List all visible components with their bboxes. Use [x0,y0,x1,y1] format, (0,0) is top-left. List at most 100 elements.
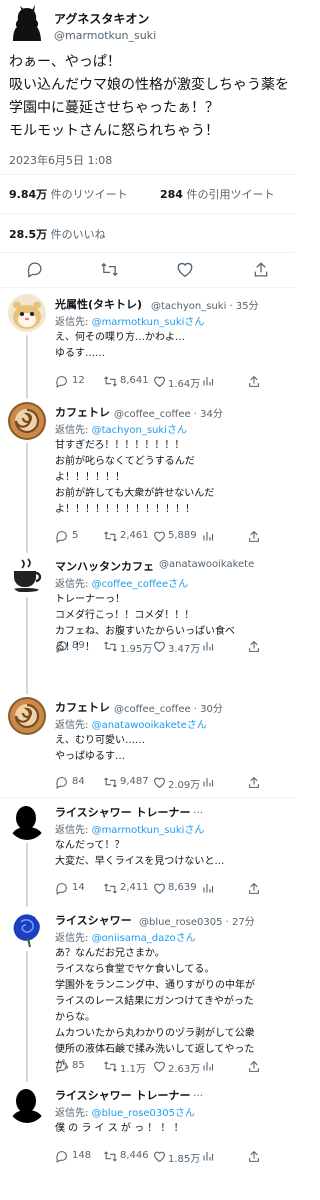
tweet-text-line: 学園中に蔓延させちゃったぁ！？ [9,100,219,116]
like-icon[interactable] [153,530,166,543]
like-count: 2.09万 [168,780,201,791]
like-count: 1.64万 [168,379,201,390]
replying-to-link[interactable]: @marmotkun_sukiさん [92,825,205,836]
replying-to-link[interactable]: @blue_rose0305さん [92,1108,195,1119]
like-icon[interactable] [153,1150,166,1163]
reply-icon[interactable] [55,1060,68,1073]
retweet-icon[interactable] [103,530,118,543]
share-icon[interactable] [248,640,260,653]
reply-author-handle[interactable]: @coffee_coffee · 30分 [114,700,223,715]
retweet-icon[interactable] [103,882,118,895]
reply-avatar[interactable] [8,294,46,332]
thread-line [26,951,28,1082]
replying-to-link[interactable]: @tachyon_sukiさん [92,425,187,436]
reply-author-name[interactable]: マンハッタンカフェ [55,558,154,574]
likes-count: 28.5万 [9,228,48,241]
views-icon[interactable] [202,375,214,387]
reply-author-name[interactable]: ライスシャワー トレーナー [55,1087,191,1103]
retweet-icon[interactable] [100,261,119,278]
share-icon[interactable] [248,1150,260,1163]
reply-avatar[interactable] [8,697,46,735]
share-icon[interactable] [253,261,269,278]
tweet-timestamp[interactable]: 2023年6月5日 1:08 [9,152,112,168]
retweet-icon[interactable] [103,1060,118,1073]
views-icon[interactable] [202,1060,214,1072]
like-icon[interactable] [153,375,166,388]
tweet-text-line: 吸い込んだウマ娘の性格が激変しちゃう薬を [9,77,289,93]
silhouette-icon [13,5,41,41]
reply-author-handle[interactable]: @coffee_coffee · 34分 [114,405,223,420]
reply-author-name[interactable]: ライスシャワー トレーナー [55,804,191,820]
share-icon[interactable] [248,530,260,543]
share-icon[interactable] [248,776,260,789]
retweet-count: 8,641 [120,375,149,386]
views-icon[interactable] [202,776,214,788]
like-count: 1.85万 [168,1154,201,1165]
reply-avatar[interactable] [8,910,46,948]
views-icon[interactable] [202,1150,214,1162]
retweets-stat[interactable]: 9.84万 件のリツイート [9,186,128,202]
replying-to-link[interactable]: @oniisama_dazoさん [92,933,196,944]
retweet-icon[interactable] [103,776,118,789]
views-icon[interactable] [202,640,214,652]
reply-author-handle[interactable]: … [193,1088,203,1099]
views-icon[interactable] [202,530,214,542]
retweet-icon[interactable] [103,1150,118,1163]
reply-icon[interactable] [55,530,68,543]
reply-avatar[interactable] [8,802,46,840]
like-icon[interactable] [153,1060,166,1073]
reply-icon[interactable] [55,1150,68,1163]
reply-icon[interactable] [55,776,68,789]
like-count: 3.47万 [168,644,201,655]
reply-icon[interactable] [55,375,68,388]
reply-author-name[interactable]: カフェトレ [55,404,110,420]
reply-author-name[interactable]: 光属性(タキトレ) [55,296,142,312]
reply-author-handle[interactable]: … [193,805,203,816]
views-icon[interactable] [202,882,214,894]
reply-author-handle[interactable]: @blue_rose0305 · 27分 [139,913,255,928]
replying-to: 返信先: @anatawooikaketeさん [55,716,207,731]
like-icon[interactable] [153,640,166,653]
reply-avatar[interactable] [8,402,46,440]
like-icon[interactable] [176,261,194,278]
divider [0,174,295,175]
like-icon[interactable] [153,776,166,789]
likes-label: 件のいいね [47,228,106,241]
thread-line [26,843,28,907]
like-icon[interactable] [153,882,166,895]
replying-prefix: 返信先: [55,825,92,836]
reply-author-handle[interactable]: @anatawooikakete [159,559,254,570]
reply-avatar[interactable] [8,1085,46,1123]
likes-stat[interactable]: 28.5万 件のいいね [9,226,106,242]
reply-count: 85 [72,1060,85,1071]
author-avatar[interactable] [8,5,46,43]
reply-icon[interactable] [55,882,68,895]
retweet-count: 1.95万 [120,644,153,655]
retweet-icon[interactable] [103,375,118,388]
retweet-icon[interactable] [103,640,118,653]
reply-text: なんだって！？ 大変だ、早くライスを見つけないと… [55,840,225,867]
reply-icon[interactable] [55,640,68,653]
quotes-label: 件の引用ツイート [182,188,275,201]
reply-author-handle[interactable]: @tachyon_suki · 35分 [151,297,259,312]
quotes-stat[interactable]: 284 件の引用ツイート [160,186,274,202]
reply-avatar[interactable] [8,556,46,594]
like-count: 5,889 [168,530,197,541]
quotes-count: 284 [160,188,183,201]
share-icon[interactable] [248,1060,260,1073]
replying-to-link[interactable]: @coffee_coffeeさん [92,579,189,590]
replying-prefix: 返信先: [55,317,92,328]
share-icon[interactable] [248,375,260,388]
replying-to-link[interactable]: @marmotkun_sukiさん [92,317,205,328]
replying-prefix: 返信先: [55,425,92,436]
reply-icon[interactable] [26,261,43,278]
replying-to-link[interactable]: @anatawooikaketeさん [92,720,207,731]
replying-to: 返信先: @marmotkun_sukiさん [55,821,204,836]
share-icon[interactable] [248,882,260,895]
reply-count: 89 [72,640,85,651]
reply-author-name[interactable]: ライスシャワー [55,912,132,928]
reply-author-name[interactable]: カフェトレ [55,699,110,715]
replying-prefix: 返信先: [55,1108,92,1119]
author-handle[interactable]: @marmotkun_suki [54,29,156,42]
author-name[interactable]: アグネスタキオン [54,10,149,27]
